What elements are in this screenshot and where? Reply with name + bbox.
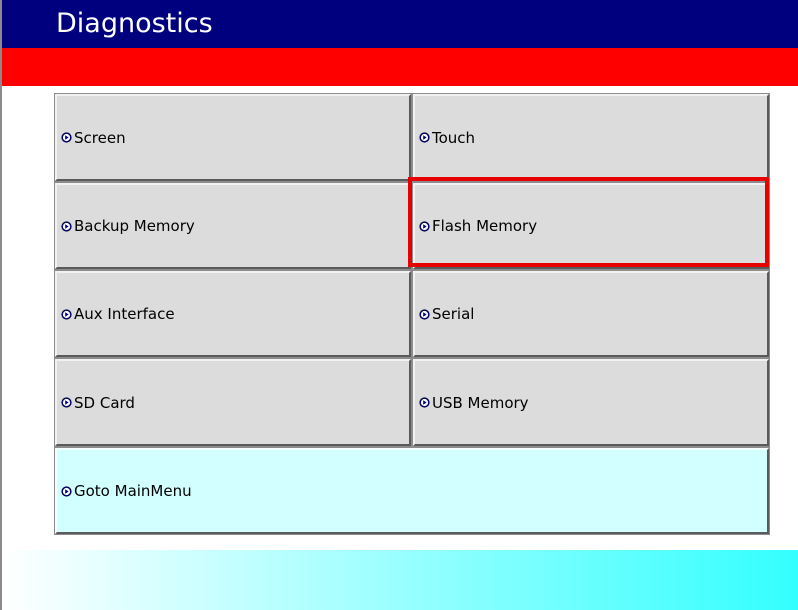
serial-button-content: Serial	[419, 305, 474, 323]
screen-button-content: Screen	[61, 129, 126, 147]
flash-memory-button[interactable]: Flash Memory	[412, 182, 770, 270]
screen-button[interactable]: Screen	[54, 93, 412, 182]
circle-right-arrow-icon	[419, 220, 430, 232]
diagnostics-screen: Diagnostics Screen Touch Backup Memory F…	[0, 0, 798, 610]
screen-button-label: Screen	[74, 128, 126, 147]
backup-memory-button-label: Backup Memory	[74, 217, 195, 235]
circle-right-arrow-icon	[419, 397, 430, 408]
backup-memory-button[interactable]: Backup Memory	[54, 182, 412, 270]
circle-right-arrow-icon	[61, 485, 72, 497]
touch-button[interactable]: Touch	[412, 93, 770, 182]
serial-button-label: Serial	[432, 305, 475, 323]
circle-right-arrow-icon	[61, 132, 72, 143]
touch-button-content: Touch	[419, 129, 475, 147]
sd-card-button-label: SD Card	[74, 393, 135, 412]
usb-memory-button-content: USB Memory	[419, 394, 529, 412]
circle-right-arrow-icon	[61, 397, 72, 408]
goto-main-menu-button[interactable]: Goto MainMenu	[54, 447, 770, 535]
circle-right-arrow-icon	[419, 132, 430, 143]
usb-memory-button-label: USB Memory	[432, 393, 529, 412]
aux-interface-button-label: Aux Interface	[74, 305, 175, 323]
goto-main-menu-button-content: Goto MainMenu	[61, 482, 192, 500]
page-title: Diagnostics	[56, 8, 213, 39]
sd-card-button-content: SD Card	[61, 394, 135, 412]
footer-gradient-band	[2, 550, 798, 610]
aux-interface-button-content: Aux Interface	[61, 305, 175, 323]
circle-right-arrow-icon	[61, 220, 72, 232]
serial-button[interactable]: Serial	[412, 270, 770, 358]
title-bar: Diagnostics	[2, 0, 798, 48]
usb-memory-button[interactable]: USB Memory	[412, 358, 770, 447]
backup-memory-button-content: Backup Memory	[61, 217, 195, 235]
aux-interface-button[interactable]: Aux Interface	[54, 270, 412, 358]
flash-memory-button-content: Flash Memory	[419, 217, 537, 235]
flash-memory-button-label: Flash Memory	[432, 217, 538, 235]
header-accent-band	[2, 48, 798, 86]
touch-button-label: Touch	[432, 128, 476, 147]
circle-right-arrow-icon	[61, 308, 72, 320]
goto-main-menu-button-label: Goto MainMenu	[74, 482, 192, 500]
circle-right-arrow-icon	[419, 308, 430, 320]
sd-card-button[interactable]: SD Card	[54, 358, 412, 447]
